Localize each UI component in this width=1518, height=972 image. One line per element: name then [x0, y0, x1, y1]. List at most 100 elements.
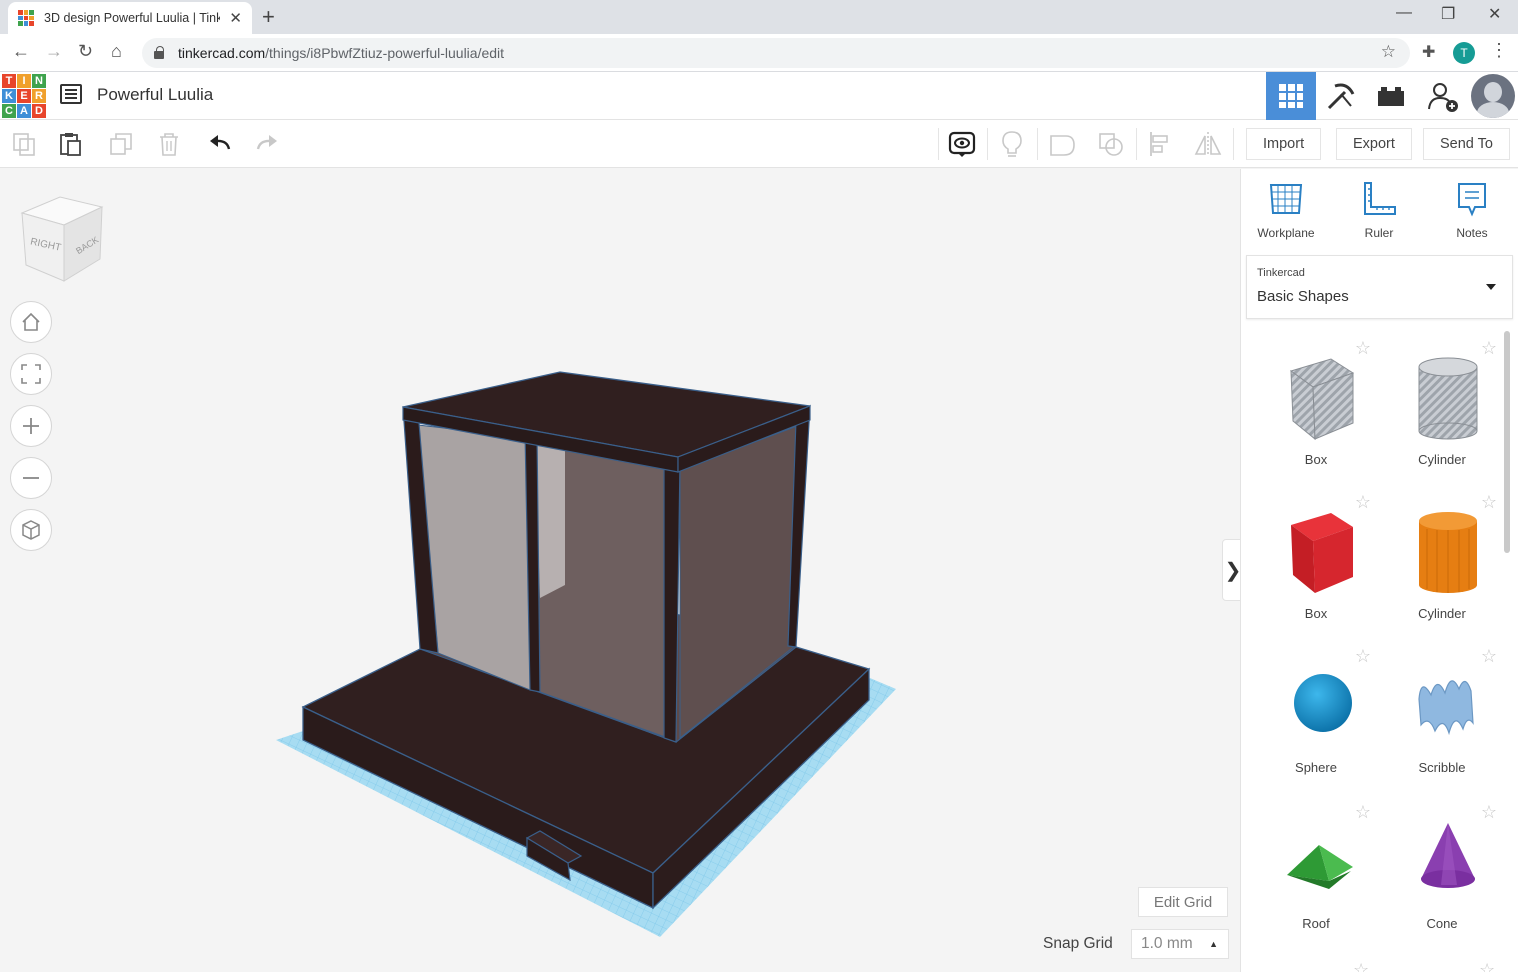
new-tab-icon[interactable]: + [262, 4, 275, 30]
ungroup-icon[interactable] [1097, 130, 1125, 158]
shape-scribble[interactable]: ☆ Scribble [1379, 639, 1503, 789]
bricks-view-button[interactable] [1366, 72, 1416, 120]
grid-icon [1279, 84, 1303, 108]
blocks-view-button[interactable] [1316, 72, 1366, 120]
ruler-tool[interactable]: Ruler [1344, 181, 1414, 240]
home-icon[interactable]: ⌂ [111, 41, 122, 62]
extensions-puzzle-icon[interactable]: ✚ [1422, 42, 1435, 62]
shape-label: Cylinder [1418, 452, 1466, 467]
toolbar-divider [938, 128, 939, 160]
tab-title: 3D design Powerful Luulia | Tinke [44, 11, 220, 25]
edit-toolbar: Import Export Send To [0, 120, 1518, 168]
shape-cylinder[interactable]: ☆ Cylinder [1379, 485, 1503, 635]
logo-letter: D [32, 104, 46, 118]
snap-grid-value: 1.0 mm [1141, 935, 1193, 952]
roof-icon [1287, 845, 1353, 889]
box-striped-icon [1289, 358, 1355, 441]
copy-icon[interactable] [10, 130, 38, 158]
logo-letter: I [17, 74, 31, 88]
shapes-grid: ☆ Box ☆ Cylinder ☆ Box ☆ Cylinder ☆ Sphe… [1241, 331, 1503, 972]
cone-icon [1421, 823, 1475, 888]
close-window-icon[interactable]: ✕ [1488, 4, 1501, 24]
logo-letter: C [2, 104, 16, 118]
add-user-icon [1428, 83, 1458, 112]
paste-icon[interactable] [57, 130, 85, 158]
toolbar-divider [1037, 128, 1038, 160]
mirror-icon[interactable] [1194, 130, 1222, 158]
notes-tool-label: Notes [1456, 226, 1488, 240]
app-header: TIN KER CAD Powerful Luulia [0, 72, 1518, 120]
toolbar-divider [1233, 128, 1234, 160]
browser-address-bar: ← → ↻ ⌂ tinkercad.com/things/i8PbwfZtiuz… [0, 34, 1518, 72]
browser-menu-icon[interactable]: ⋮ [1490, 40, 1508, 61]
url-input[interactable]: tinkercad.com/things/i8PbwfZtiuz-powerfu… [142, 38, 1410, 68]
shape-label: Sphere [1295, 760, 1337, 775]
logo-letter: E [17, 89, 31, 103]
workplane-tool[interactable]: Workplane [1251, 181, 1321, 240]
invite-user-button[interactable] [1418, 72, 1468, 120]
workplane-tool-label: Workplane [1257, 226, 1315, 240]
browser-profile-avatar[interactable]: T [1453, 42, 1475, 64]
forward-icon[interactable]: → [45, 41, 63, 62]
export-button[interactable]: Export [1336, 128, 1412, 160]
logo-letter: A [17, 104, 31, 118]
send-to-button[interactable]: Send To [1423, 128, 1510, 160]
bookmark-star-icon[interactable]: ☆ [1381, 42, 1396, 62]
ruler-tool-label: Ruler [1364, 226, 1394, 240]
browser-tab-bar: 3D design Powerful Luulia | Tinke ✕ + — … [0, 0, 1518, 34]
tab-close-icon[interactable]: ✕ [229, 9, 242, 27]
user-avatar[interactable] [1471, 74, 1515, 118]
brick-icon [1378, 87, 1404, 106]
url-text: tinkercad.com/things/i8PbwfZtiuz-powerfu… [178, 45, 505, 61]
notes-tool[interactable]: Notes [1437, 181, 1507, 240]
shape-box[interactable]: ☆ Box [1253, 485, 1379, 635]
shape-label: Cone [1426, 916, 1458, 931]
tinkercad-logo[interactable]: TIN KER CAD [2, 74, 46, 118]
workplane-viewport[interactable]: RIGHT BACK ❯ Edit Grid Snap Grid 1.0 mm … [0, 169, 1244, 972]
shape-roof[interactable]: ☆ Roof [1253, 795, 1379, 945]
library-category: Tinkercad [1257, 267, 1305, 279]
lock-icon [154, 46, 164, 59]
delete-trash-icon[interactable] [155, 130, 183, 158]
logo-letter: T [2, 74, 16, 88]
minimize-icon[interactable]: — [1396, 4, 1412, 22]
library-name: Basic Shapes [1257, 288, 1349, 305]
browser-tab[interactable]: 3D design Powerful Luulia | Tinke ✕ [8, 2, 252, 34]
cylinder-striped-icon [1418, 357, 1478, 440]
snap-grid-select[interactable]: 1.0 mm ▲ [1131, 929, 1229, 959]
back-icon[interactable]: ← [12, 41, 30, 62]
favorite-star-icon[interactable]: ☆ [1479, 961, 1495, 972]
shape-cone[interactable]: ☆ Cone [1379, 795, 1503, 945]
snap-grid-label: Snap Grid [1043, 935, 1113, 952]
logo-letter: N [32, 74, 46, 88]
duplicate-icon[interactable] [107, 130, 135, 158]
logo-letter: K [2, 89, 16, 103]
shape-label: Box [1304, 452, 1328, 467]
maximize-icon[interactable]: ❐ [1441, 4, 1455, 24]
shape-sphere[interactable]: ☆ Sphere [1253, 639, 1379, 789]
group-icon[interactable] [1048, 130, 1076, 158]
shape-label: Cylinder [1418, 606, 1466, 621]
shape-label: Roof [1302, 916, 1330, 931]
favorite-star-icon[interactable]: ☆ [1353, 961, 1495, 972]
reload-icon[interactable]: ↻ [78, 41, 93, 62]
design-list-icon[interactable] [60, 84, 82, 104]
toolbar-divider [1136, 128, 1137, 160]
box-red-icon [1291, 513, 1353, 593]
edit-grid-button[interactable]: Edit Grid [1138, 887, 1228, 917]
design-title[interactable]: Powerful Luulia [97, 85, 213, 105]
import-button[interactable]: Import [1246, 128, 1322, 160]
shape-cylinder-hole[interactable]: ☆ Cylinder [1379, 331, 1503, 481]
pickaxe-icon [1327, 83, 1355, 110]
back-glass-light[interactable] [535, 445, 565, 598]
redo-icon[interactable] [253, 130, 281, 158]
3d-model-scene[interactable] [0, 169, 1240, 972]
shape-box-hole[interactable]: ☆ Box [1253, 331, 1379, 481]
3d-design-view-button[interactable] [1266, 72, 1316, 120]
show-all-eye-icon[interactable] [948, 130, 976, 158]
shape-library-dropdown[interactable]: Tinkercad Basic Shapes [1246, 255, 1513, 319]
undo-icon[interactable] [206, 130, 234, 158]
lightbulb-icon[interactable] [998, 130, 1026, 158]
shapes-scrollbar[interactable] [1504, 331, 1510, 553]
align-icon[interactable] [1146, 130, 1174, 158]
